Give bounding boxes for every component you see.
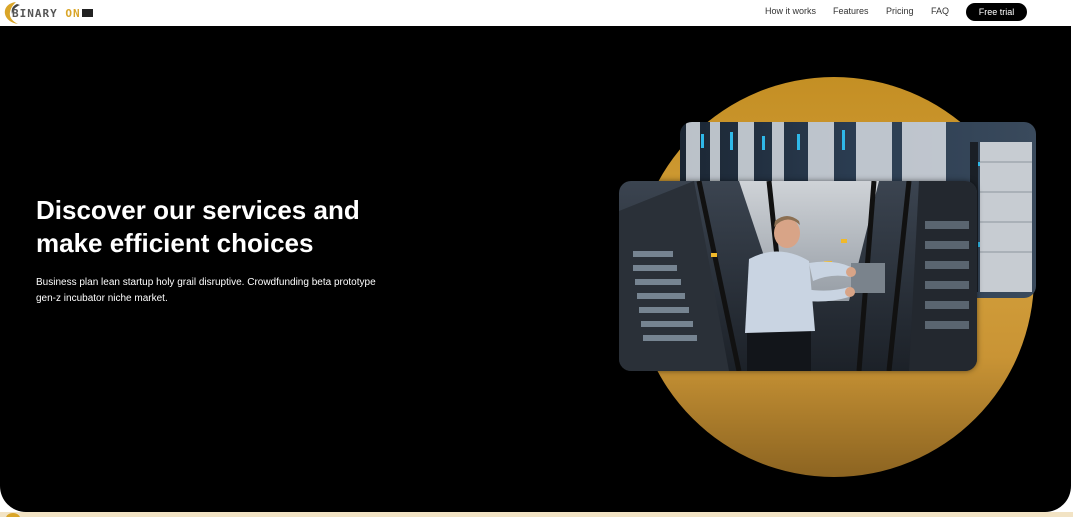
next-section-accent bbox=[6, 513, 20, 517]
nav-link-how-it-works[interactable]: How it works bbox=[765, 6, 816, 16]
top-navbar: BINARY ON How it works Features Pricing … bbox=[0, 0, 1073, 26]
nav-link-pricing[interactable]: Pricing bbox=[886, 6, 914, 16]
hero-section: Discover our services and make efficient… bbox=[0, 26, 1071, 512]
free-trial-button[interactable]: Free trial bbox=[966, 3, 1027, 21]
logo-block-icon bbox=[81, 9, 93, 17]
hero-subtitle: Business plan lean startup holy grail di… bbox=[36, 275, 416, 307]
hero-title-line-2: make efficient choices bbox=[36, 228, 314, 258]
brand-logo[interactable]: BINARY ON bbox=[2, 0, 128, 26]
hero-subtitle-line-1: Business plan lean startup holy grail di… bbox=[36, 277, 376, 288]
logo-wordmark: BINARY ON bbox=[12, 7, 93, 20]
engineer-datacenter-photo bbox=[619, 181, 977, 371]
next-section-edge bbox=[0, 512, 1073, 517]
hero-subtitle-line-2: gen-z incubator niche market. bbox=[36, 293, 168, 304]
hero-title-line-1: Discover our services and bbox=[36, 195, 360, 225]
nav-link-features[interactable]: Features bbox=[833, 6, 869, 16]
logo-text-right: ON bbox=[65, 7, 81, 20]
hero-title: Discover our services and make efficient… bbox=[36, 194, 416, 260]
nav-link-faq[interactable]: FAQ bbox=[931, 6, 949, 16]
logo-text-left: BINARY bbox=[12, 7, 58, 20]
